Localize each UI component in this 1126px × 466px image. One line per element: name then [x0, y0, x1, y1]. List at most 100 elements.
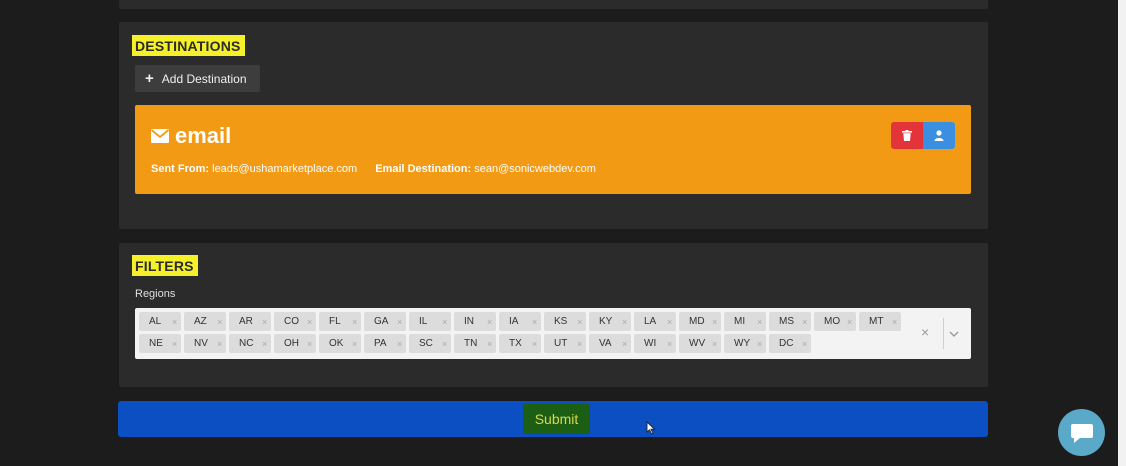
email-destination: Email Destination: sean@sonicwebdev.com	[375, 163, 596, 175]
remove-region-icon[interactable]: ×	[352, 317, 359, 327]
region-tag-label: OH	[284, 338, 299, 349]
remove-region-icon[interactable]: ×	[577, 339, 584, 349]
user-icon	[934, 130, 944, 141]
region-tag-label: GA	[374, 316, 389, 327]
region-tag-label: DC	[779, 338, 794, 349]
region-tag-label: MO	[824, 316, 841, 327]
clear-regions-icon[interactable]: ×	[921, 324, 929, 340]
remove-region-icon[interactable]: ×	[307, 339, 314, 349]
remove-region-icon[interactable]: ×	[262, 317, 269, 327]
remove-region-icon[interactable]: ×	[217, 317, 224, 327]
destinations-panel: DESTINATIONS + Add Destination email Sen…	[119, 22, 988, 229]
sent-from: Sent From: leads@ushamarketplace.com	[151, 163, 357, 175]
region-tag: WV ×	[679, 334, 721, 353]
remove-region-icon[interactable]: ×	[262, 339, 269, 349]
region-tag-label: MI	[734, 316, 746, 327]
region-tag: IL ×	[409, 312, 451, 331]
region-tag: SC ×	[409, 334, 451, 353]
remove-region-icon[interactable]: ×	[622, 317, 629, 327]
remove-region-icon[interactable]: ×	[757, 339, 764, 349]
destination-details: Sent From: leads@ushamarketplace.com Ema…	[151, 163, 596, 175]
remove-region-icon[interactable]: ×	[487, 317, 494, 327]
region-tag: AL ×	[139, 312, 181, 331]
region-tag: MD ×	[679, 312, 721, 331]
remove-region-icon[interactable]: ×	[712, 317, 719, 327]
delete-destination-button[interactable]	[891, 122, 923, 149]
sent-from-label: Sent From:	[151, 163, 210, 175]
region-tag-label: PA	[374, 338, 387, 349]
remove-region-icon[interactable]: ×	[307, 317, 314, 327]
region-tag-label: AZ	[194, 316, 207, 327]
remove-region-icon[interactable]: ×	[397, 339, 404, 349]
destination-type-label: email	[175, 123, 232, 148]
previous-panel	[119, 0, 988, 9]
region-tag-label: WV	[689, 338, 706, 349]
submit-button[interactable]: Submit	[118, 401, 988, 437]
region-tag: MI ×	[724, 312, 766, 331]
plus-icon: +	[145, 70, 154, 87]
remove-region-icon[interactable]: ×	[442, 317, 449, 327]
region-tag: DC ×	[769, 334, 811, 353]
remove-region-icon[interactable]: ×	[397, 317, 404, 327]
remove-region-icon[interactable]: ×	[532, 339, 539, 349]
remove-region-icon[interactable]: ×	[892, 317, 899, 327]
sent-from-value: leads@ushamarketplace.com	[212, 163, 358, 175]
add-destination-button[interactable]: + Add Destination	[135, 65, 260, 92]
remove-region-icon[interactable]: ×	[802, 339, 809, 349]
region-tag-label: MT	[869, 316, 884, 327]
region-tag-label: IA	[509, 316, 519, 327]
remove-region-icon[interactable]: ×	[577, 317, 584, 327]
region-tag: CO ×	[274, 312, 316, 331]
regions-select[interactable]: AL × AZ × AR × CO × FL × GA × IL × IN × IA × KS × KY × LA × MD × M…	[135, 308, 971, 359]
remove-region-icon[interactable]: ×	[442, 339, 449, 349]
region-tag: NE ×	[139, 334, 181, 353]
region-tag: TN ×	[454, 334, 496, 353]
region-tag-label: TX	[509, 338, 522, 349]
region-tag-label: WY	[734, 338, 751, 349]
region-tags: AL × AZ × AR × CO × FL × GA × IL × IN × IA × KS × KY × LA × MD × M…	[139, 312, 919, 353]
region-tag-label: MS	[779, 316, 794, 327]
remove-region-icon[interactable]: ×	[802, 317, 809, 327]
trash-icon	[902, 130, 912, 141]
chat-button[interactable]	[1058, 409, 1105, 456]
card-actions	[891, 122, 955, 149]
remove-region-icon[interactable]: ×	[532, 317, 539, 327]
region-tag: IA ×	[499, 312, 541, 331]
remove-region-icon[interactable]: ×	[172, 317, 179, 327]
remove-region-icon[interactable]: ×	[667, 339, 674, 349]
region-tag: NV ×	[184, 334, 226, 353]
region-tag: AZ ×	[184, 312, 226, 331]
region-tag-label: AR	[239, 316, 253, 327]
assign-user-button[interactable]	[923, 122, 955, 149]
region-tag-label: NE	[149, 338, 163, 349]
region-tag-label: IN	[464, 316, 474, 327]
destination-card: email Sent From: leads@ushamarketplace.c…	[135, 105, 971, 194]
region-tag: TX ×	[499, 334, 541, 353]
select-divider	[943, 318, 944, 349]
remove-region-icon[interactable]: ×	[217, 339, 224, 349]
region-tag: AR ×	[229, 312, 271, 331]
region-tag: PA ×	[364, 334, 406, 353]
region-tag: MT ×	[859, 312, 901, 331]
remove-region-icon[interactable]: ×	[667, 317, 674, 327]
remove-region-icon[interactable]: ×	[172, 339, 179, 349]
region-tag-label: KS	[554, 316, 568, 327]
region-tag-label: AL	[149, 316, 162, 327]
chevron-down-icon[interactable]	[949, 324, 959, 342]
remove-region-icon[interactable]: ×	[847, 317, 854, 327]
remove-region-icon[interactable]: ×	[487, 339, 494, 349]
remove-region-icon[interactable]: ×	[352, 339, 359, 349]
region-tag-label: LA	[644, 316, 657, 327]
region-tag: MO ×	[814, 312, 856, 331]
region-tag-label: NC	[239, 338, 254, 349]
region-tag-label: TN	[464, 338, 478, 349]
region-tag: KY ×	[589, 312, 631, 331]
region-tag-label: SC	[419, 338, 433, 349]
region-tag: UT ×	[544, 334, 586, 353]
remove-region-icon[interactable]: ×	[622, 339, 629, 349]
remove-region-icon[interactable]: ×	[757, 317, 764, 327]
region-tag: GA ×	[364, 312, 406, 331]
region-tag: WI ×	[634, 334, 676, 353]
remove-region-icon[interactable]: ×	[712, 339, 719, 349]
regions-label: Regions	[135, 288, 176, 300]
